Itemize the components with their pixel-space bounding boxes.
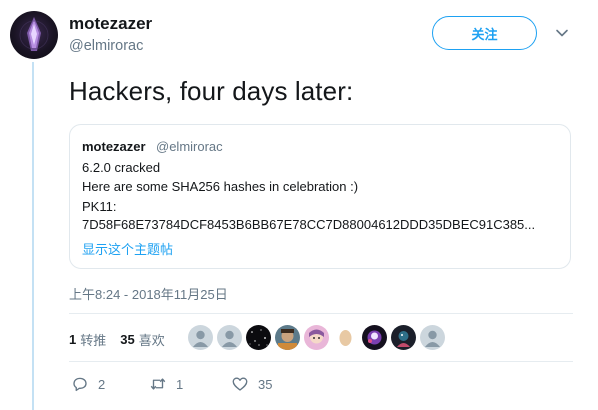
tweet-actions: 2 1 35 bbox=[71, 375, 311, 393]
retweets-count[interactable]: 1 bbox=[69, 332, 76, 347]
chevron-down-icon[interactable] bbox=[554, 25, 570, 41]
divider bbox=[69, 313, 573, 314]
quoted-text-line: 6.2.0 cracked bbox=[82, 160, 161, 175]
liker-avatars bbox=[188, 325, 449, 350]
author-handle[interactable]: @elmirorac bbox=[69, 38, 143, 54]
like-button[interactable]: 35 bbox=[231, 375, 311, 393]
likes-label[interactable]: 喜欢 bbox=[139, 330, 165, 349]
tweet-text: Hackers, four days later: bbox=[69, 76, 354, 106]
author-display-name[interactable]: motezazer bbox=[69, 14, 152, 34]
dark-avatar[interactable] bbox=[391, 325, 416, 350]
heart-icon bbox=[232, 377, 248, 391]
reply-count: 2 bbox=[98, 376, 106, 392]
tweet-timestamp[interactable]: 上午8:24 - 2018年11月25日 bbox=[69, 284, 228, 303]
retweet-button[interactable]: 1 bbox=[149, 375, 231, 393]
retweet-icon bbox=[150, 378, 166, 390]
default-avatar[interactable] bbox=[188, 325, 213, 350]
show-thread-link[interactable]: 显示这个主题帖 bbox=[82, 239, 173, 258]
retweet-count: 1 bbox=[176, 376, 184, 392]
retweets-label[interactable]: 转推 bbox=[80, 330, 106, 349]
pink-avatar[interactable] bbox=[304, 325, 329, 350]
like-count: 35 bbox=[258, 376, 273, 392]
divider bbox=[69, 361, 573, 362]
follow-button[interactable]: 关注 bbox=[432, 16, 537, 50]
quoted-display-name: motezazer bbox=[82, 139, 146, 154]
thread-line bbox=[32, 62, 34, 410]
likes-count[interactable]: 35 bbox=[120, 332, 134, 347]
quoted-handle: @elmirorac bbox=[156, 139, 223, 154]
starfield-avatar[interactable] bbox=[246, 325, 271, 350]
quoted-hash-line: 7D58F68E73784DCF8453B6BB67E78CC7D8800461… bbox=[82, 217, 536, 232]
purple-avatar[interactable] bbox=[362, 325, 387, 350]
reply-icon bbox=[73, 377, 87, 392]
photo-avatar[interactable] bbox=[275, 325, 300, 350]
default-avatar[interactable] bbox=[217, 325, 242, 350]
reply-button[interactable]: 2 bbox=[71, 375, 149, 393]
quoted-text-line: Here are some SHA256 hashes in celebrati… bbox=[82, 179, 359, 194]
tweet-stats: 1 转推 35 喜欢 bbox=[69, 330, 179, 349]
quoted-tweet-card[interactable]: motezazer @elmirorac 6.2.0 cracked Here … bbox=[69, 124, 571, 269]
author-avatar[interactable] bbox=[10, 11, 58, 59]
egg-avatar[interactable] bbox=[333, 325, 358, 350]
default-avatar[interactable] bbox=[420, 325, 445, 350]
quoted-text-line: PK11: bbox=[82, 199, 117, 214]
